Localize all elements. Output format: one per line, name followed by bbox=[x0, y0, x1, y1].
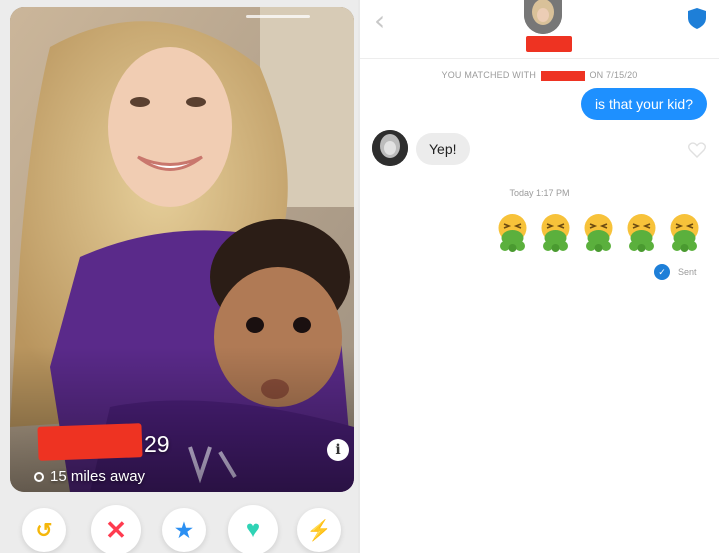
nauseated-face-emoji bbox=[670, 214, 699, 252]
outgoing-message-bubble[interactable]: is that your kid? bbox=[580, 88, 707, 120]
heart-outline-icon[interactable] bbox=[688, 142, 706, 158]
distance-label: 15 miles away bbox=[50, 468, 146, 485]
profile-card[interactable]: 29 15 miles away i bbox=[10, 7, 354, 492]
photo-progress-bar bbox=[246, 15, 310, 18]
nauseated-face-emoji bbox=[498, 214, 527, 252]
profile-age: 29 bbox=[144, 431, 170, 457]
header-divider bbox=[360, 58, 719, 59]
matched-prefix: YOU MATCHED WITH bbox=[441, 70, 537, 80]
nauseated-face-emoji bbox=[541, 214, 570, 252]
profile-distance: 15 miles away bbox=[34, 468, 145, 485]
sent-status: ✓ Sent bbox=[654, 264, 697, 280]
info-button[interactable]: i bbox=[327, 439, 349, 461]
action-bar: ↺ ✕ ★ ♥ ⚡ bbox=[0, 500, 359, 553]
nope-button[interactable]: ✕ bbox=[91, 505, 141, 553]
match-avatar[interactable] bbox=[524, 0, 562, 34]
nauseated-face-emoji bbox=[584, 214, 613, 252]
like-button[interactable]: ♥ bbox=[228, 505, 278, 553]
chat-panel: ‹ YOU MATCHED WITH ON 7/15/20 is that yo… bbox=[360, 0, 719, 553]
rewind-button[interactable]: ↺ bbox=[22, 508, 66, 552]
nauseated-face-emoji bbox=[627, 214, 656, 252]
profile-panel: 29 15 miles away i ↺ ✕ ★ ♥ ⚡ bbox=[0, 0, 359, 553]
name-redaction bbox=[37, 423, 143, 461]
location-pin-icon bbox=[34, 471, 44, 482]
super-like-button[interactable]: ★ bbox=[162, 508, 206, 552]
sent-label: Sent bbox=[678, 267, 697, 277]
screenshot-root: 29 15 miles away i ↺ ✕ ★ ♥ ⚡ ‹ YOU MATCH… bbox=[0, 0, 719, 553]
message-timestamp: Today 1:17 PM bbox=[509, 188, 570, 198]
matched-name-redaction bbox=[540, 70, 585, 81]
shield-icon[interactable] bbox=[688, 8, 706, 29]
matched-date: ON 7/15/20 bbox=[589, 70, 638, 80]
emoji-message[interactable] bbox=[496, 213, 701, 253]
incoming-message-bubble[interactable]: Yep! bbox=[416, 133, 470, 165]
boost-button[interactable]: ⚡ bbox=[297, 508, 341, 552]
match-info: YOU MATCHED WITH ON 7/15/20 bbox=[360, 70, 719, 81]
back-chevron-icon[interactable]: ‹ bbox=[374, 4, 385, 37]
sent-check-icon: ✓ bbox=[654, 264, 670, 280]
match-name-redaction bbox=[526, 36, 572, 52]
profile-photo bbox=[10, 7, 354, 492]
sender-avatar[interactable] bbox=[372, 130, 408, 166]
